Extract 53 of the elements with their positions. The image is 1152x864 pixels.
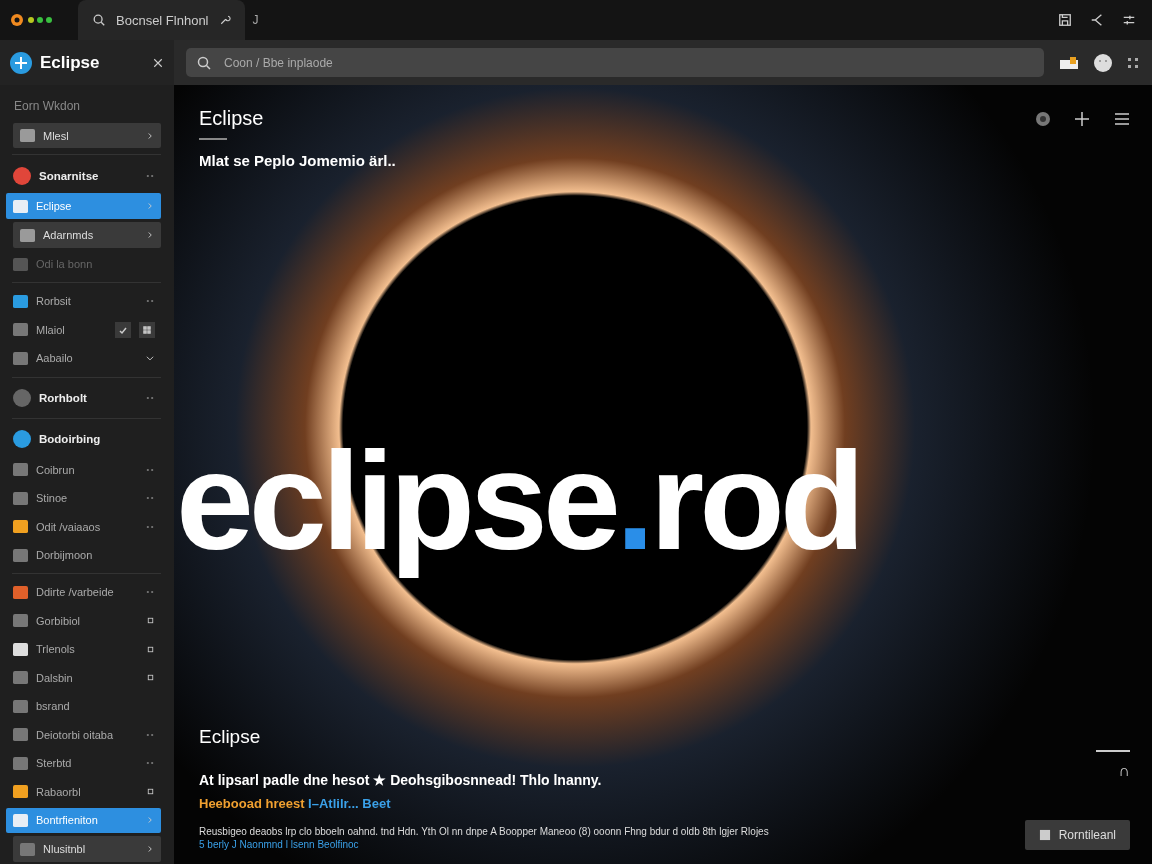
smiley-icon[interactable] — [1094, 53, 1112, 72]
sidebar-item[interactable]: Trlenols — [6, 636, 161, 663]
sidebar-item[interactable]: Coibrun — [6, 456, 161, 483]
scroll-mark: ∩ — [1118, 762, 1130, 780]
tagline: Heebooad hreest I–Atlilr... Beet — [199, 796, 392, 811]
sidebar-item[interactable]: Nlusitnbl — [13, 836, 161, 862]
sidebar-item[interactable]: Dorbijmoon — [6, 542, 161, 568]
sidebar-item[interactable]: Dalsbin — [6, 665, 161, 691]
grid-icon[interactable] — [1128, 57, 1138, 68]
caption-title: Eclipse — [199, 726, 262, 748]
branch-icon[interactable] — [1090, 13, 1104, 27]
menu-icon[interactable] — [1114, 110, 1130, 127]
sidebar-item[interactable]: Rorhbolt — [6, 383, 161, 413]
sidebar-item[interactable]: Rabaorbl — [6, 779, 161, 805]
sidebar-item[interactable]: Mlesl — [13, 123, 161, 149]
folder-icon[interactable] — [1060, 56, 1078, 69]
dots-icon[interactable] — [27, 15, 55, 25]
subtitle: Mlat se Peplo Jomemio ärl.. — [199, 152, 397, 169]
record-icon[interactable] — [1036, 111, 1050, 126]
sidebar-item[interactable]: Odit /vaiaaos — [6, 513, 161, 540]
page-title: Eclipse — [199, 107, 265, 130]
search-icon — [196, 54, 212, 71]
sidebar-item[interactable]: Bodoirbing — [6, 424, 161, 454]
search-icon — [92, 13, 106, 27]
save-icon — [1038, 829, 1051, 841]
sidebar-title: Eclipse — [40, 52, 101, 73]
tab-label[interactable]: J — [252, 13, 259, 27]
sidebar-item[interactable]: bsrand — [6, 693, 161, 720]
action-button[interactable]: Rorntileanl — [1024, 820, 1130, 850]
close-icon[interactable] — [152, 56, 164, 69]
search-field[interactable]: Coon / Bbe inplaode — [186, 48, 1044, 77]
browser-tab[interactable]: Bocnsel Flnhonl — [78, 0, 245, 40]
sidebar-item[interactable]: Sonarnitse — [6, 160, 161, 191]
sidebar-item[interactable]: Aabailo — [6, 345, 161, 372]
check-icon[interactable] — [115, 321, 131, 338]
sidebar-item[interactable]: Deiotorbi oitaba — [6, 722, 161, 748]
section-label: Eorn Wkdon — [13, 98, 82, 115]
caption: At lipsarl padle dne hesot ★ Deohsgibosnnead! Thlo lnanny. — [199, 772, 603, 788]
sidebar-item[interactable]: Ddirte /varbeide — [6, 579, 161, 606]
sidebar-item[interactable]: Sterbtd — [6, 750, 161, 777]
fine-print: 5 berly J Naonmnd l lsenn Beolfinoc — [199, 839, 360, 850]
sidebar-item[interactable]: Adarnmds — [13, 222, 161, 248]
sidebar-item[interactable]: Rorbsit — [6, 288, 161, 315]
sidebar-item[interactable]: Stinoe — [6, 485, 161, 511]
save-icon[interactable] — [1058, 13, 1072, 27]
fine-print: Reusbigeo deaobs lrp clo bboeln oahnd. tnd Hdn. Yth Ol nn dnpe A Boopper Maneoo (8) ooonn Fhng bdur d oldb 8th lgjer Rlojes — [199, 825, 770, 839]
grid-icon[interactable] — [139, 321, 155, 338]
sidebar-item[interactable]: Mlaiol — [6, 317, 161, 343]
sidebar-item[interactable]: Gorbibiol — [6, 608, 161, 634]
app-logo-icon[interactable] — [10, 13, 24, 27]
add-icon[interactable] — [1074, 110, 1090, 127]
wrench-icon — [218, 14, 231, 26]
sliders-icon[interactable] — [1122, 13, 1136, 27]
